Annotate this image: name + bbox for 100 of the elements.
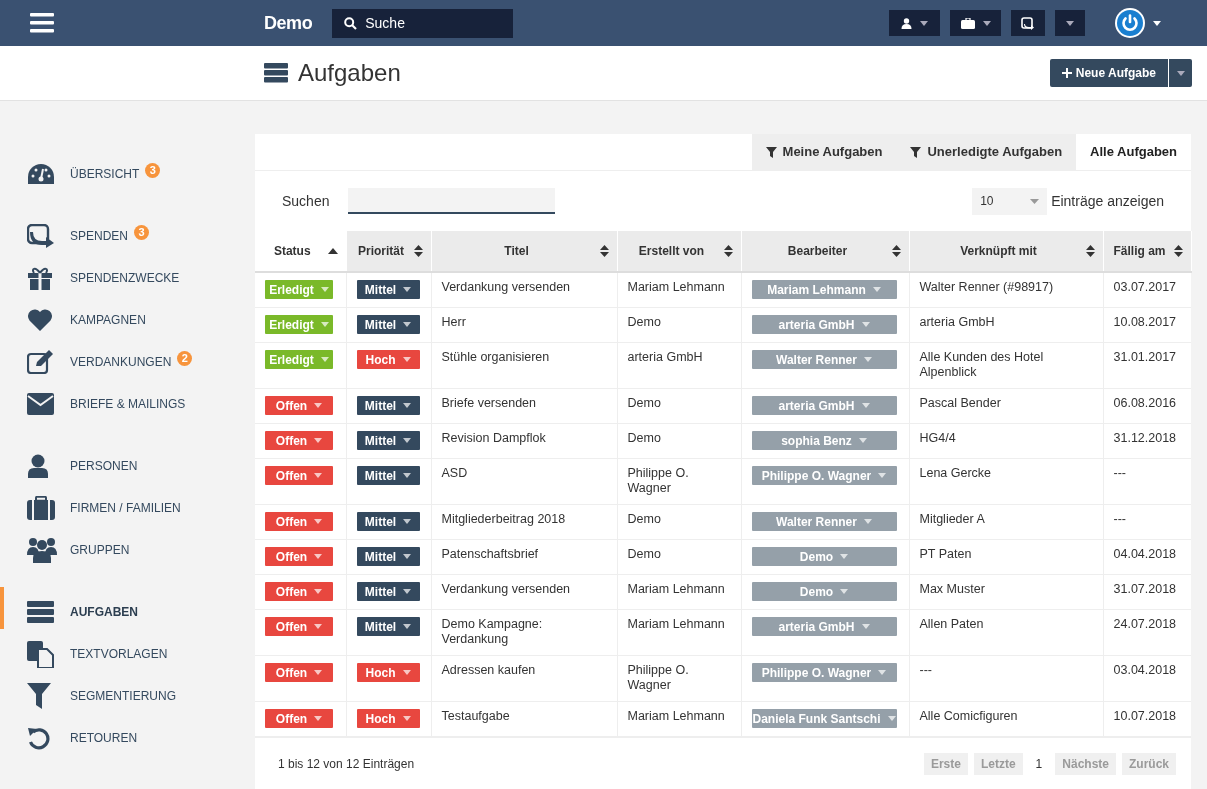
caret-icon: [872, 287, 881, 292]
priority-dropdown[interactable]: Mittel: [356, 280, 420, 299]
sidebar-item[interactable]: GRUPPEN: [27, 537, 130, 563]
filter-tab[interactable]: Meine Aufgaben: [751, 134, 897, 170]
creator-name: Mariam Lehmann: [627, 582, 726, 597]
creator-name: Demo: [627, 396, 662, 411]
group-icon: [27, 537, 57, 563]
new-task-button[interactable]: Neue Aufgabe: [1049, 59, 1168, 87]
status-dropdown[interactable]: Offen: [265, 663, 333, 682]
task-title: Testaufgabe: [441, 709, 511, 724]
page-size-value: 10: [980, 193, 994, 210]
caret-icon: [403, 322, 412, 327]
count-badge: 3: [145, 162, 161, 178]
priority-dropdown[interactable]: Mittel: [356, 396, 420, 415]
sidebar-item[interactable]: FIRMEN / FAMILIEN: [27, 496, 181, 520]
status-dropdown[interactable]: Offen: [265, 547, 333, 566]
person-icon: [901, 17, 912, 29]
task-title: ASD: [441, 466, 469, 481]
sidebar-item[interactable]: BRIEFE & MAILINGS: [27, 393, 186, 415]
caret-icon: [403, 624, 412, 629]
filter-icon: [765, 146, 777, 158]
linked-name: Alle Kunden des Hotel Alpenblick: [919, 350, 1045, 380]
priority-dropdown[interactable]: Hoch: [356, 709, 420, 728]
table-search-field[interactable]: [348, 188, 556, 214]
creator-name: Demo: [627, 547, 662, 562]
caret-icon: [863, 519, 872, 524]
caret-icon: [1153, 20, 1161, 26]
menu-icon[interactable]: [30, 13, 54, 33]
caret-icon: [887, 716, 896, 721]
caret-icon: [402, 357, 411, 362]
caret-icon: [1176, 70, 1185, 76]
due-date: 31.12.2018: [1113, 431, 1178, 446]
sidebar-item[interactable]: AUFGABEN: [27, 601, 138, 623]
linked-name: Alle Comicfiguren: [919, 709, 1019, 724]
filter-icon: [27, 683, 51, 709]
column-header[interactable]: Verknüpft mit: [909, 231, 1103, 272]
search-field[interactable]: Suche: [332, 8, 514, 38]
caret-icon: [403, 438, 412, 443]
caret-icon: [403, 403, 412, 408]
company-menu-button[interactable]: [950, 10, 1001, 36]
status-dropdown[interactable]: Offen: [265, 582, 333, 601]
column-header[interactable]: Erstellt von: [617, 231, 741, 272]
dropdown-button[interactable]: [1055, 10, 1085, 36]
gift-icon: [27, 266, 53, 290]
donation-button[interactable]: [1011, 10, 1045, 36]
filter-tab[interactable]: Unerledigte Aufgaben: [896, 134, 1077, 170]
sidebar-item[interactable]: RETOUREN: [27, 726, 138, 750]
linked-name: Walter Renner (#98917): [919, 280, 1055, 295]
app-brand[interactable]: Demo: [264, 9, 313, 37]
sidebar-item[interactable]: TEXTVORLAGEN: [27, 640, 168, 668]
pagination-button[interactable]: 1: [1028, 752, 1050, 775]
status-dropdown[interactable]: Offen: [265, 396, 333, 415]
creator-name: Demo: [627, 315, 662, 330]
linked-name: Mitglieder A: [919, 512, 986, 527]
status-dropdown[interactable]: Offen: [265, 466, 333, 485]
power-menu-button[interactable]: [1115, 8, 1161, 38]
sidebar-item[interactable]: SPENDEN: [27, 224, 128, 248]
priority-dropdown[interactable]: Mittel: [356, 547, 420, 566]
user-menu-button[interactable]: [889, 10, 940, 36]
creator-name: Demo: [627, 512, 662, 527]
priority-dropdown[interactable]: Mittel: [356, 512, 420, 531]
priority-dropdown[interactable]: Mittel: [356, 582, 420, 601]
priority-dropdown[interactable]: Mittel: [356, 466, 420, 485]
caret-icon: [320, 357, 329, 362]
filter-icon: [910, 146, 922, 158]
new-task-dropdown-button[interactable]: [1169, 59, 1192, 87]
creator-name: arteria GmbH: [627, 350, 704, 365]
status-dropdown[interactable]: Offen: [265, 512, 333, 531]
sort-icon: [723, 245, 733, 257]
sidebar-item[interactable]: ÜBERSICHT: [27, 162, 140, 186]
status-dropdown[interactable]: Offen: [265, 709, 333, 728]
status-dropdown[interactable]: Offen: [265, 617, 333, 636]
caret-icon: [863, 357, 872, 362]
caret-icon: [314, 716, 323, 721]
page-title: Aufgaben: [298, 58, 401, 88]
page-size-select[interactable]: 10: [972, 187, 1048, 215]
due-date: 10.08.2017: [1113, 315, 1178, 330]
column-header[interactable]: Bearbeiter: [741, 231, 909, 272]
column-header[interactable]: Fällig am: [1103, 231, 1191, 272]
column-header[interactable]: Titel: [431, 231, 617, 272]
creator-name: Demo: [627, 431, 662, 446]
caret-icon: [840, 554, 849, 559]
priority-dropdown[interactable]: Mittel: [356, 617, 420, 636]
due-date: ---: [1113, 512, 1127, 527]
priority-dropdown[interactable]: Mittel: [356, 315, 420, 334]
caret-icon: [861, 322, 870, 327]
sidebar-item[interactable]: SEGMENTIERUNG: [27, 683, 176, 709]
status-dropdown[interactable]: Offen: [265, 431, 333, 450]
priority-dropdown[interactable]: Hoch: [356, 350, 420, 369]
sidebar-item[interactable]: KAMPAGNEN: [27, 308, 146, 332]
task-title: Herr: [441, 315, 467, 330]
priority-dropdown[interactable]: Hoch: [356, 663, 420, 682]
due-date: 06.08.2016: [1113, 396, 1178, 411]
priority-dropdown[interactable]: Mittel: [356, 431, 420, 450]
task-title: Demo Kampagne: Verdankung: [441, 617, 544, 647]
sidebar-item[interactable]: SPENDENZWECKE: [27, 266, 180, 290]
sidebar-item[interactable]: PERSONEN: [27, 454, 138, 478]
column-header[interactable]: Priorität: [346, 231, 431, 272]
sidebar-item[interactable]: VERDANKUNGEN: [27, 350, 172, 374]
caret-icon: [1030, 198, 1040, 204]
